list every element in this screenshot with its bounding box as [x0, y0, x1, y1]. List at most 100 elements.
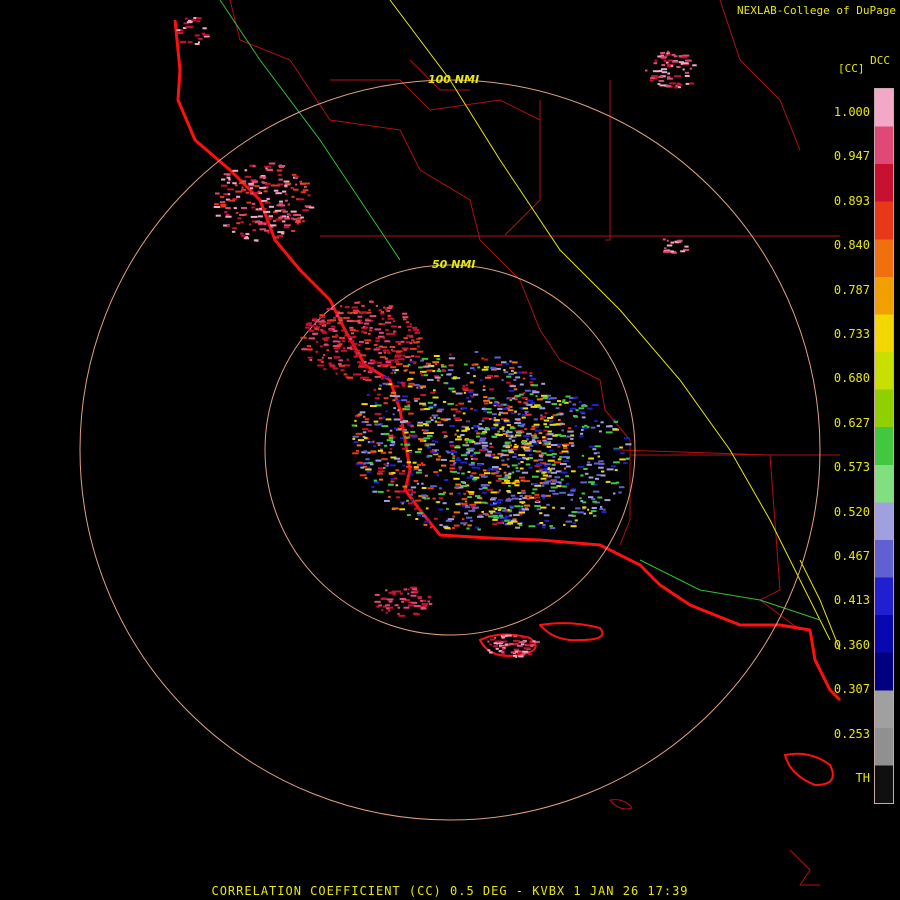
- echo-pixel: [543, 429, 548, 432]
- scale-label: 0.947: [833, 149, 870, 164]
- echo-pixel: [278, 165, 286, 167]
- echo-pixel: [462, 412, 466, 415]
- echo-pixel: [480, 484, 486, 487]
- echo-pixel: [453, 511, 461, 514]
- echo-pixel: [555, 407, 560, 410]
- echo-pixel: [338, 364, 345, 367]
- echo-pixel: [383, 376, 390, 379]
- echo-pixel: [383, 397, 389, 400]
- echo-pixel: [313, 323, 317, 326]
- echo-pixel: [367, 430, 373, 432]
- echo-pixel: [593, 452, 598, 455]
- echo-pixel: [307, 356, 313, 359]
- echo-pixel: [500, 641, 504, 644]
- echo-pixel: [492, 523, 498, 526]
- echo-pixel: [219, 195, 225, 198]
- echo-pixel: [421, 487, 427, 489]
- echo-pixel: [379, 478, 384, 481]
- echo-pixel: [481, 357, 484, 360]
- echo-pixel: [549, 525, 553, 528]
- product-code: DCC: [870, 54, 890, 67]
- echo-pixel: [580, 481, 588, 484]
- echo-pixel: [522, 650, 529, 653]
- echo-pixel: [499, 427, 504, 430]
- echo-pixel: [578, 407, 584, 410]
- echo-pixel: [327, 357, 333, 360]
- echo-pixel: [233, 207, 237, 210]
- echo-pixel: [441, 458, 447, 461]
- echo-pixel: [431, 452, 438, 455]
- echo-pixel: [551, 452, 557, 455]
- echo-pixel: [245, 191, 249, 194]
- echo-pixel: [506, 498, 513, 501]
- echo-pixel: [519, 407, 523, 410]
- echo-pixel: [393, 477, 398, 480]
- echo-pixel: [362, 431, 367, 434]
- echo-pixel: [326, 307, 331, 310]
- credit-text: NEXLAB-College of DuPage: [737, 4, 896, 17]
- echo-pixel: [512, 471, 515, 474]
- echo-pixel: [461, 518, 465, 521]
- echo-pixel: [381, 317, 385, 320]
- echo-pixel: [266, 197, 270, 200]
- echo-pixel: [417, 463, 421, 466]
- echo-pixel: [509, 385, 516, 388]
- echo-pixel: [378, 352, 382, 354]
- echo-pixel: [340, 349, 348, 352]
- echo-pixel: [376, 442, 384, 445]
- echo-pixel: [422, 385, 427, 388]
- echo-pixel: [394, 358, 397, 361]
- echo-pixel: [244, 169, 248, 172]
- echo-pixel: [618, 491, 622, 494]
- scale-label: 0.520: [833, 504, 870, 519]
- echo-pixel: [550, 471, 557, 474]
- echo-pixel: [485, 427, 489, 429]
- scale-label: 0.680: [833, 371, 870, 386]
- echo-pixel: [382, 382, 389, 385]
- echo-pixel: [409, 323, 412, 326]
- echo-pixel: [390, 456, 397, 459]
- echo-pixel: [290, 210, 297, 213]
- echo-pixel: [321, 319, 325, 322]
- echo-pixel: [373, 343, 378, 346]
- echo-pixel: [579, 497, 582, 500]
- echo-pixel: [277, 173, 282, 176]
- echo-pixel: [549, 489, 556, 492]
- echo-pixel: [492, 466, 499, 468]
- echo-pixel: [526, 442, 532, 445]
- echo-pixel: [431, 414, 439, 417]
- echo-pixel: [481, 441, 488, 444]
- echo-pixel: [542, 471, 547, 474]
- echo-pixel: [362, 428, 369, 431]
- echo-pixel: [563, 447, 568, 450]
- echo-pixel: [569, 407, 577, 410]
- echo-pixel: [473, 409, 478, 412]
- echo-pixel: [519, 495, 523, 497]
- echo-pixel: [284, 217, 291, 220]
- echo-pixel: [517, 430, 522, 433]
- echo-pixel: [374, 600, 381, 603]
- echo-pixel: [493, 419, 500, 422]
- echo-pixel: [487, 374, 494, 377]
- echo-pixel: [465, 451, 471, 454]
- echo-pixel: [507, 654, 510, 657]
- echo-pixel: [439, 524, 443, 527]
- echo-pixel: [419, 372, 423, 375]
- echo-pixel: [326, 349, 329, 352]
- echo-pixel: [391, 471, 396, 474]
- echo-pixel: [494, 508, 498, 510]
- echo-pixel: [467, 496, 472, 499]
- echo-pixel: [619, 458, 626, 461]
- echo-pixel: [412, 461, 417, 464]
- echo-pixel: [597, 455, 601, 458]
- echo-pixel: [404, 443, 411, 446]
- echo-pixel: [235, 190, 243, 193]
- echo-pixel: [497, 430, 501, 433]
- echo-pixel: [549, 423, 557, 426]
- echo-pixel: [409, 371, 415, 374]
- echo-pixel: [388, 483, 394, 486]
- echo-pixel: [467, 471, 471, 473]
- echo-pixel: [560, 507, 565, 510]
- echo-pixel: [664, 247, 667, 250]
- echo-pixel: [292, 173, 297, 176]
